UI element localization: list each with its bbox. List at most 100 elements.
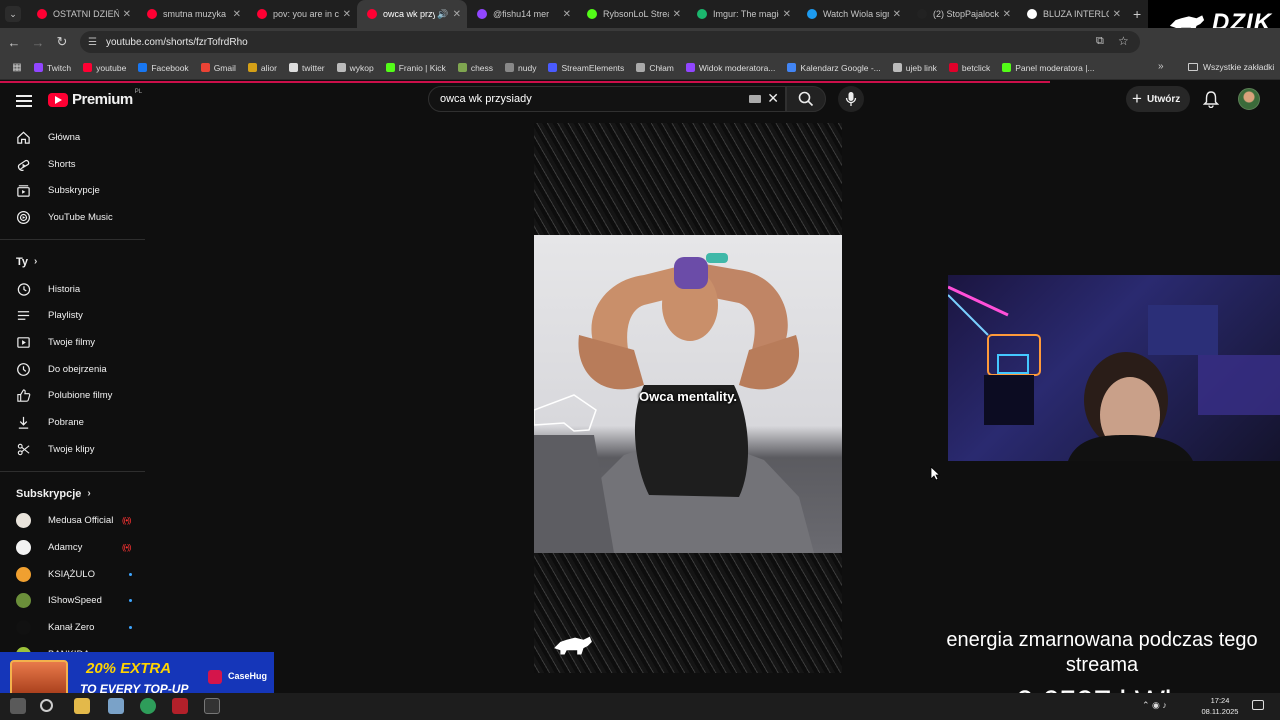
- close-tab-icon[interactable]: ✕: [673, 9, 681, 20]
- bookmark-item[interactable]: Twitch: [34, 63, 71, 73]
- bookmark-favicon-icon: [1002, 63, 1012, 72]
- system-tray-icon[interactable]: ⌃ ◉ ♪: [1142, 700, 1167, 711]
- browser-tab[interactable]: Imgur: The magic ✕: [687, 0, 797, 28]
- create-button[interactable]: + Utwórz: [1126, 86, 1190, 112]
- youtube-logo[interactable]: Premium PL: [48, 89, 142, 108]
- site-info-icon[interactable]: ☰: [88, 37, 97, 48]
- sidebar-item-clips[interactable]: Twoje klipy: [0, 436, 160, 463]
- sidebar-item-download[interactable]: Pobrane: [0, 409, 160, 436]
- bookmark-item[interactable]: nudy: [505, 63, 536, 73]
- close-tab-icon[interactable]: ✕: [453, 9, 461, 20]
- audio-playing-icon[interactable]: 🔊: [437, 9, 448, 20]
- close-tab-icon[interactable]: ✕: [343, 9, 351, 20]
- subscription-item[interactable]: Adamcy ((•)): [0, 534, 160, 561]
- subscription-item[interactable]: Kanał Zero: [0, 614, 160, 641]
- epic-games-icon[interactable]: [204, 698, 220, 714]
- divider: [0, 238, 145, 240]
- bookmark-item[interactable]: Facebook: [138, 62, 189, 73]
- bookmark-item[interactable]: betclick: [948, 63, 990, 73]
- close-tab-icon[interactable]: ✕: [233, 9, 241, 20]
- sidebar-item-shorts[interactable]: Shorts: [0, 151, 160, 178]
- bookmark-item[interactable]: Gmail: [200, 63, 236, 73]
- sidebar-item-history[interactable]: Historia: [0, 276, 160, 303]
- sidebar-item-label: Subskrypcje: [48, 185, 100, 197]
- bookmark-item[interactable]: Kalendarz Google -...: [787, 63, 881, 73]
- bookmark-item[interactable]: Franio | Kick: [385, 63, 446, 73]
- plus-icon: +: [1132, 89, 1142, 108]
- bookmark-item[interactable]: Widok moderatora...: [685, 63, 775, 73]
- browser-tab[interactable]: Watch Wiola sign ✕: [797, 0, 907, 28]
- account-avatar[interactable]: [1238, 88, 1260, 110]
- browser-tab[interactable]: pov: you are in ch ✕: [247, 0, 357, 28]
- apps-icon[interactable]: ▦: [6, 62, 28, 73]
- file-explorer-icon[interactable]: [74, 698, 90, 714]
- start-icon[interactable]: [10, 698, 26, 714]
- back-button[interactable]: ←: [2, 35, 26, 50]
- sidebar-item-subscriptions[interactable]: Subskrypcje: [0, 177, 160, 204]
- bookmark-item[interactable]: StreamElements: [548, 63, 624, 73]
- new-tab-button[interactable]: +: [1133, 6, 1141, 22]
- bookmark-item[interactable]: chess: [457, 63, 493, 73]
- more-bookmarks-button[interactable]: »: [1158, 61, 1164, 72]
- browser-tab[interactable]: smutna muzyka n ✕: [137, 0, 247, 28]
- logo-text: Premium: [72, 91, 133, 108]
- subscription-item[interactable]: Medusa Official ((•)): [0, 508, 160, 535]
- close-tab-icon[interactable]: ✕: [893, 9, 901, 20]
- search-button[interactable]: [786, 86, 826, 112]
- bookmark-label: Chłam: [649, 62, 674, 73]
- search-input[interactable]: [440, 93, 740, 105]
- voice-search-button[interactable]: [838, 86, 864, 112]
- close-tab-icon[interactable]: ✕: [1003, 9, 1011, 20]
- bookmark-item[interactable]: Panel moderatora |...: [1002, 63, 1095, 73]
- close-tab-icon[interactable]: ✕: [123, 9, 131, 20]
- bookmark-item[interactable]: ujeb link: [892, 63, 937, 73]
- clock[interactable]: 17:24 08.11.2025: [1198, 695, 1242, 717]
- bookmark-favicon-icon: [138, 63, 148, 72]
- chrome-icon[interactable]: [140, 698, 156, 714]
- bookmark-star-icon[interactable]: ☆: [1118, 34, 1129, 48]
- bookmark-item[interactable]: youtube: [83, 63, 126, 73]
- keyboard-icon[interactable]: [749, 95, 761, 103]
- short-video-player[interactable]: Owca mentality.: [534, 123, 842, 673]
- sidebar-item-label: Polubione filmy: [48, 390, 113, 402]
- sidebar-item-playlist[interactable]: Playlisty: [0, 302, 160, 329]
- bookmark-label: Facebook: [151, 62, 189, 73]
- search-taskbar-icon[interactable]: [40, 699, 53, 712]
- subscription-item[interactable]: KSIĄŻULO: [0, 561, 160, 588]
- clear-search-icon[interactable]: ✕: [767, 90, 779, 107]
- sidebar-item-liked[interactable]: Polubione filmy: [0, 383, 160, 410]
- sidebar-item-watch-later[interactable]: Do obejrzenia: [0, 356, 160, 383]
- notification-icon[interactable]: [1252, 700, 1264, 710]
- browser-tab[interactable]: BLUZA INTERLOC ✕: [1017, 0, 1127, 28]
- forward-button[interactable]: →: [26, 35, 50, 50]
- reload-button[interactable]: ↻: [50, 34, 74, 50]
- bookmark-item[interactable]: alior: [247, 63, 277, 73]
- sidebar-item-music[interactable]: YouTube Music: [0, 204, 160, 231]
- bookmark-item[interactable]: wykop: [336, 63, 374, 73]
- app-icon[interactable]: [108, 698, 124, 714]
- address-bar[interactable]: ☰ youtube.com/shorts/fzrTofrdRho: [80, 31, 1140, 53]
- subscription-item[interactable]: IShowSpeed: [0, 588, 160, 615]
- close-tab-icon[interactable]: ✕: [783, 9, 791, 20]
- all-bookmarks-button[interactable]: Wszystkie zakładki: [1188, 62, 1274, 72]
- bookmark-item[interactable]: twitter: [288, 63, 325, 73]
- bookmark-item[interactable]: Chłam: [636, 63, 674, 73]
- app-icon[interactable]: [172, 698, 188, 714]
- sidebar-item-home[interactable]: Główna: [0, 124, 160, 151]
- browser-tab[interactable]: owca wk przy 🔊 ✕: [357, 0, 467, 28]
- browser-tab[interactable]: RybsonLoL Stream ✕: [577, 0, 687, 28]
- sidebar-item-label: Pobrane: [48, 417, 84, 429]
- notifications-button[interactable]: [1202, 90, 1220, 108]
- close-tab-icon[interactable]: ✕: [563, 9, 571, 20]
- browser-tab[interactable]: OSTATNI DZIEŃ M ✕: [27, 0, 137, 28]
- tab-search-button[interactable]: ⌄: [5, 6, 21, 22]
- close-tab-icon[interactable]: ✕: [1113, 9, 1121, 20]
- menu-button[interactable]: [16, 92, 32, 110]
- sidebar-item-your-videos[interactable]: Twoje filmy: [0, 329, 160, 356]
- subscriptions-header[interactable]: Subskrypcje ›: [0, 480, 160, 508]
- install-app-icon[interactable]: ⧉: [1096, 35, 1104, 48]
- you-section-header[interactable]: Ty ›: [0, 248, 160, 276]
- browser-tab[interactable]: (2) StopPajalock w ✕: [907, 0, 1017, 28]
- browser-tab[interactable]: @fishu14 mer ✕: [467, 0, 577, 28]
- bookmark-favicon-icon: [457, 63, 467, 72]
